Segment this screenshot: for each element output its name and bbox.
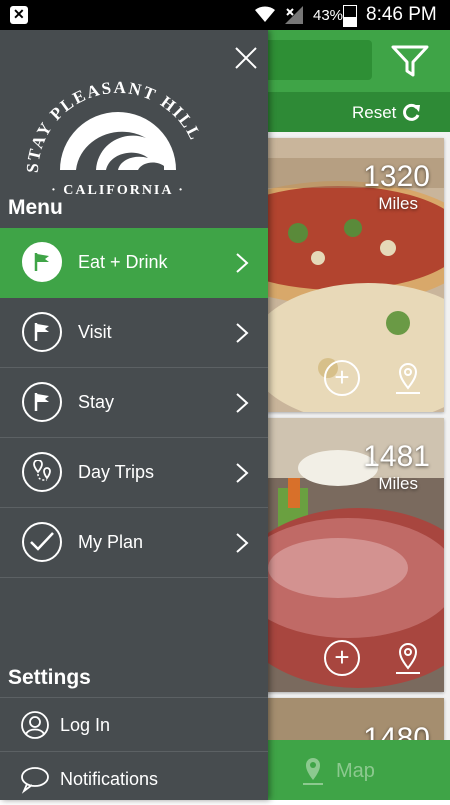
refresh-icon[interactable] [400,102,422,124]
listing-card[interactable]: 1481 Miles + [258,418,444,692]
listing-card[interactable]: 1320 Miles + [258,138,444,412]
menu-item-label: Stay [78,392,115,412]
chevron-right-icon [236,463,249,483]
flag-icon [22,242,62,282]
menu-item-label: My Plan [78,532,144,552]
stay-pleasant-hill-logo: STAY PLEASANT HILL · CALIFORNIA · [23,78,204,198]
menu-item-my-plan[interactable]: My Plan [0,508,268,578]
login-label: Log In [60,715,111,735]
menu-item-stay[interactable]: Stay [0,368,268,438]
menu-item-label: Day Trips [78,462,155,482]
filter-icon[interactable] [390,44,430,78]
notifications-item[interactable]: Notifications [0,751,268,805]
distance-value: 1481 [363,440,430,473]
user-icon [21,711,49,739]
menu-item-label: Eat + Drink [78,252,168,272]
settings-heading: Settings [8,666,91,689]
chevron-right-icon [236,253,249,273]
logo-subtitle: · CALIFORNIA · [51,183,185,198]
reset-button[interactable]: Reset [352,103,396,123]
chevron-right-icon [236,533,249,553]
signal-icon [285,6,303,24]
battery-icon [343,5,357,27]
login-item[interactable]: Log In [0,697,268,751]
status-bar: 43% 8:46 PM [0,0,450,30]
chevron-right-icon [236,393,249,413]
checkmark-icon [22,522,62,562]
flag-icon [22,382,62,422]
route-pin-icon [22,452,62,492]
clock: 8:46 PM [366,4,437,25]
menu-item-eat-drink[interactable]: Eat + Drink [0,228,268,298]
add-to-plan-button[interactable]: + [324,360,360,396]
battery-percent: 43% [313,7,344,24]
map-pin-icon[interactable] [390,640,426,676]
notification-icon [10,6,28,24]
map-pin-icon[interactable] [390,360,426,396]
distance-unit: Miles [378,194,418,213]
map-button[interactable]: Map [336,760,375,783]
menu-item-visit[interactable]: Visit [0,298,268,368]
notifications-label: Notifications [60,769,159,789]
navigation-drawer: STAY PLEASANT HILL · CALIFORNIA · Menu E… [0,30,268,800]
close-icon[interactable] [234,46,258,70]
map-pin-icon[interactable] [300,756,326,786]
search-input[interactable] [250,40,372,80]
menu-item-label: Visit [78,322,112,342]
flag-icon [22,312,62,352]
distance-unit: Miles [378,474,418,493]
menu-heading: Menu [8,196,63,219]
menu-item-day-trips[interactable]: Day Trips [0,438,268,508]
chat-bubble-icon [21,767,49,794]
wifi-icon [255,6,275,23]
chevron-right-icon [236,323,249,343]
add-to-plan-button[interactable]: + [324,640,360,676]
distance-value: 1320 [363,160,430,193]
